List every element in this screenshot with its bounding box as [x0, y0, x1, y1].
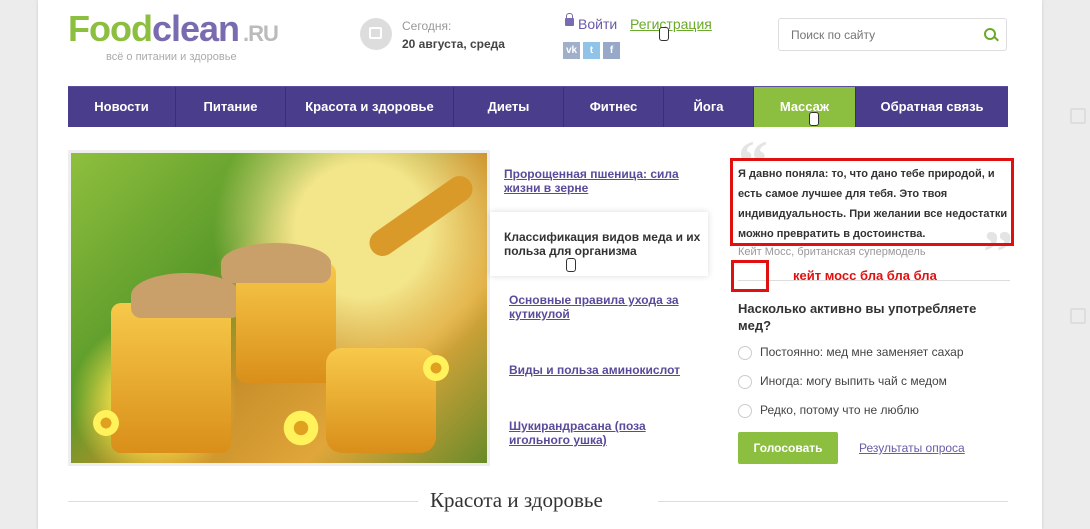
login-link[interactable]: Войти [578, 16, 617, 32]
calendar-icon-inner [369, 27, 382, 39]
hero-image-honey[interactable] [68, 150, 490, 466]
search-icon[interactable] [984, 28, 996, 40]
poll-option-label: Иногда: могу выпить чай с медом [760, 374, 947, 388]
section-title: Красота и здоровье [430, 488, 603, 512]
annotation-box-small [731, 260, 769, 292]
nav-item-nutrition[interactable]: Питание [176, 87, 286, 127]
honey-jar [326, 348, 436, 453]
logo-domain: .RU [243, 21, 279, 46]
poll-results-link[interactable]: Результаты опроса [859, 441, 965, 455]
vote-button[interactable]: Голосовать [738, 432, 838, 464]
background-decoration [1070, 308, 1086, 324]
poll-option-label: Редко, потому что не люблю [760, 403, 919, 417]
twitter-icon[interactable]: t [583, 42, 600, 59]
search-input[interactable] [789, 27, 973, 43]
quote-author: Кейт Мосс, британская супермодель [738, 246, 926, 258]
today-date: 20 августа, среда [402, 37, 505, 51]
annotation-text: кейт мосс бла бла бла [793, 268, 937, 283]
search-box[interactable] [778, 18, 1007, 51]
poll-option[interactable]: Редко, потому что не люблю [738, 403, 919, 418]
honey-dipper [364, 170, 478, 262]
divider [68, 501, 418, 502]
lock-icon [565, 13, 574, 26]
vk-icon[interactable]: vk [563, 42, 580, 59]
annotation-box [730, 158, 1014, 246]
poll-option-label: Постоянно: мед мне заменяет сахар [760, 345, 964, 359]
honey-jar [111, 303, 231, 453]
tagline: всё о питании и здоровье [106, 51, 237, 63]
flower [421, 353, 451, 383]
logo-text-clean: clean [151, 8, 240, 49]
radio-button[interactable] [738, 403, 752, 418]
article-link-active[interactable]: Классификация видов меда и их польза для… [490, 212, 708, 276]
article-link[interactable]: Основные правила ухода за кутикулой [509, 293, 704, 321]
article-link[interactable]: Шукирандрасана (поза игольного ушка) [509, 419, 704, 447]
article-link[interactable]: Пророщенная пшеница: сила жизни в зерне [504, 167, 704, 195]
logo-text-food: Food [68, 8, 153, 49]
jar-lid [221, 243, 331, 283]
facebook-icon[interactable]: f [603, 42, 620, 59]
nav-item-massage[interactable]: Массаж [754, 87, 856, 127]
flower [91, 408, 121, 438]
mouse-cursor-icon [809, 112, 819, 126]
divider [658, 501, 1008, 502]
nav-item-feedback[interactable]: Обратная связь [856, 87, 1008, 127]
nav-item-fitness[interactable]: Фитнес [564, 87, 664, 127]
mouse-cursor-icon [659, 27, 669, 41]
nav-item-beauty[interactable]: Красота и здоровье [286, 87, 454, 127]
poll-option[interactable]: Иногда: могу выпить чай с медом [738, 374, 947, 389]
mouse-cursor-icon [566, 258, 576, 272]
nav-item-news[interactable]: Новости [68, 87, 176, 127]
site-logo[interactable]: Foodclean .RU [68, 8, 279, 54]
article-link[interactable]: Виды и польза аминокислот [509, 363, 704, 377]
poll-question: Насколько активно вы употребляете мед? [738, 301, 977, 333]
today-label: Сегодня: [402, 19, 452, 33]
main-nav: Новости Питание Красота и здоровье Диеты… [68, 86, 1008, 127]
background-decoration [1070, 108, 1086, 124]
page: Foodclean .RU всё о питании и здоровье Се… [38, 0, 1042, 529]
nav-item-diets[interactable]: Диеты [454, 87, 564, 127]
article-link-label: Классификация видов меда и их польза для… [504, 230, 701, 258]
radio-button[interactable] [738, 345, 752, 360]
flower [281, 408, 321, 448]
radio-button[interactable] [738, 374, 752, 389]
poll-option[interactable]: Постоянно: мед мне заменяет сахар [738, 345, 964, 360]
nav-item-yoga[interactable]: Йога [664, 87, 754, 127]
register-link[interactable]: Регистрация [630, 16, 712, 32]
